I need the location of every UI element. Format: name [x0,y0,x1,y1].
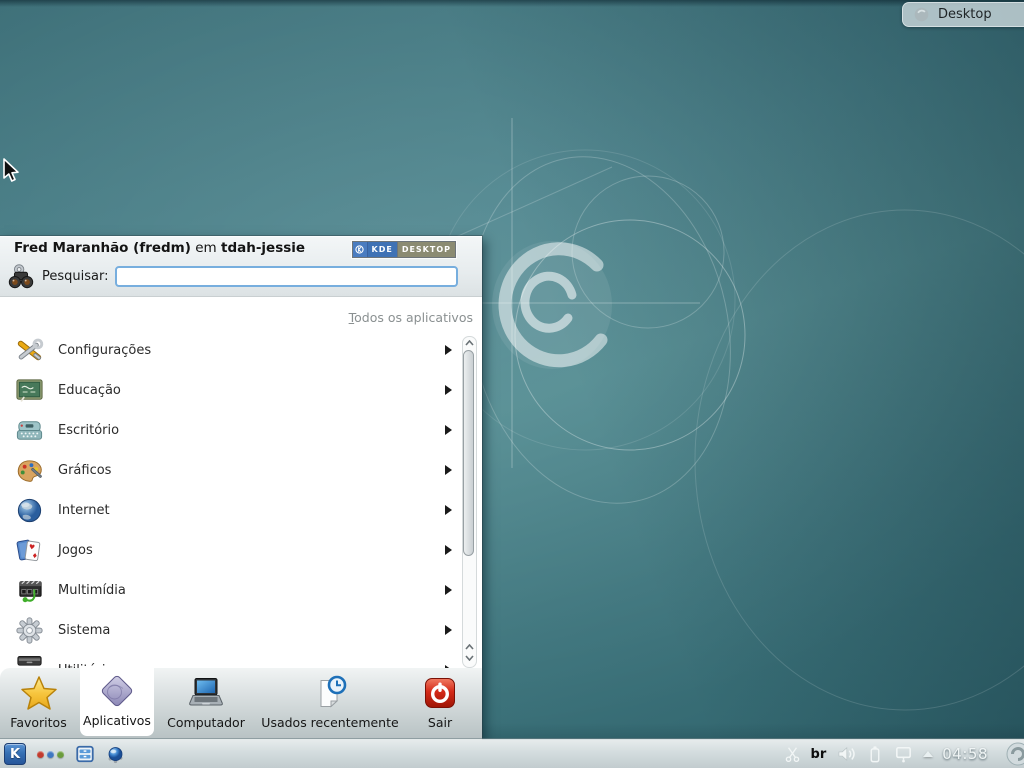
tab-label: Usados recentemente [261,715,398,730]
category-row[interactable]: Gráficos [0,450,482,490]
taskbar: K br [0,740,1024,768]
tab-usados-recentemente[interactable]: Usados recentemente [250,668,410,736]
tab-aplicativos[interactable]: Aplicativos [80,666,154,736]
category-label: Gráficos [58,463,432,478]
launcher-header: Fred Maranhão (fredm) em tdah-jessie KDE… [0,236,482,297]
search-icon [6,261,36,291]
category-list: Configurações Educação Escritório Gráfic… [0,330,482,668]
tab-label: Aplicativos [83,713,151,728]
launcher-content: Todos os aplicativos Configurações Educa… [0,298,482,668]
computer-icon [186,673,226,713]
category-label: Configurações [58,343,432,358]
category-label: Sistema [58,623,432,638]
scroll-down-icon[interactable] [465,655,474,661]
drawer-icon[interactable] [75,744,95,764]
education-icon [14,375,45,406]
activities-dots-icon[interactable] [37,751,64,758]
utilities-icon [14,655,45,669]
tools-icon [14,335,45,366]
applications-icon [97,671,137,711]
typewriter-icon [14,415,45,446]
category-label: Jogos [58,543,432,558]
scrollbar-thumb[interactable] [463,350,474,556]
volume-icon[interactable] [835,744,857,764]
cards-icon: ♥♦ [14,535,45,566]
tab-label: Sair [428,715,452,730]
submenu-arrow-icon [445,505,452,515]
clipper-scissors-icon[interactable] [783,745,802,764]
host-name: tdah-jessie [221,240,305,256]
submenu-arrow-icon [445,425,452,435]
tray-expander-icon[interactable] [923,751,933,757]
user-name: Fred Maranhão (fredm) [14,240,191,256]
category-label: Internet [58,503,432,518]
search-label: Pesquisar: [42,269,109,284]
submenu-arrow-icon [445,625,452,635]
search-input[interactable] [115,266,459,287]
battery-icon[interactable] [866,744,884,765]
badge-kde-label: KDE [368,242,397,257]
display-icon[interactable] [893,744,914,764]
user-identity: Fred Maranhão (fredm) em tdah-jessie [14,240,305,256]
multimedia-icon [14,575,45,606]
gear-icon [14,615,45,646]
palette-icon [14,455,45,486]
submenu-arrow-icon [445,465,452,475]
category-row[interactable]: Educação [0,370,482,410]
category-row[interactable]: Sistema [0,610,482,650]
category-row[interactable]: Configurações [0,330,482,370]
launcher-tab-bar: Favoritos Aplicativos Computador Usados … [0,668,482,740]
svg-text:♦: ♦ [31,551,38,560]
taskbar-clock[interactable]: 04:58 [942,745,988,763]
kickoff-launcher: Fred Maranhão (fredm) em tdah-jessie KDE… [0,236,482,740]
kde-logo-icon [353,242,368,257]
category-row[interactable]: Internet [0,490,482,530]
submenu-arrow-icon [445,545,452,555]
category-label: Multimídia [58,583,432,598]
submenu-arrow-icon [445,345,452,355]
category-label: Educação [58,383,432,398]
all-applications-link[interactable]: Todos os aplicativos [349,310,473,325]
system-sphere-icon[interactable] [106,745,125,764]
panel-cashew-icon[interactable] [1005,741,1024,767]
badge-desktop-label: DESKTOP [397,242,455,257]
scroll-up-icon[interactable] [465,340,474,346]
category-row[interactable]: Utilitários [0,650,482,668]
tab-label: Computador [167,715,245,730]
folder-icon [913,6,930,23]
tab-favoritos[interactable]: Favoritos [1,668,76,736]
kde-menu-button[interactable]: K [4,743,26,765]
tab-sair[interactable]: Sair [411,668,469,736]
scrollbar [462,336,477,666]
scroll-up2-icon[interactable] [465,644,474,650]
recent-documents-icon [310,673,350,713]
keyboard-layout-indicator[interactable]: br [811,747,827,762]
tab-label: Favoritos [10,715,66,730]
submenu-arrow-icon [445,385,452,395]
desktop-widget-title: Desktop [938,7,992,22]
logout-icon [420,673,460,713]
desktop-folder-widget[interactable]: Desktop [902,2,1024,27]
category-row[interactable]: ♥♦ Jogos [0,530,482,570]
desktop: Desktop Fred Maranhão (fredm) em tdah-je… [0,0,1024,768]
tab-computador[interactable]: Computador [158,668,254,736]
category-row[interactable]: Escritório [0,410,482,450]
svg-text:♥: ♥ [28,542,35,551]
submenu-arrow-icon [445,585,452,595]
user-connector: em [195,240,216,256]
globe-icon [14,495,45,526]
category-row[interactable]: Multimídia [0,570,482,610]
category-label: Escritório [58,423,432,438]
star-icon [19,673,59,713]
kde-desktop-badge: KDE DESKTOP [352,241,457,258]
